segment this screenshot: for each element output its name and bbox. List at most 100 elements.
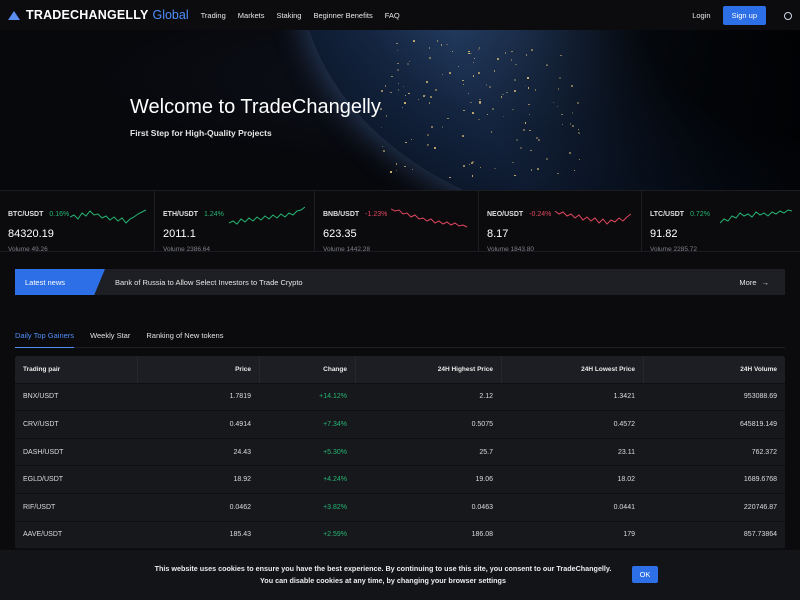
ticker-change: 0.16% <box>49 211 70 218</box>
cell-price: 24.43 <box>233 448 251 456</box>
cell-price: 185.43 <box>229 531 251 539</box>
city-light <box>538 139 540 141</box>
news-more-link[interactable]: More → <box>739 278 769 287</box>
ticker-volume: Volume 2386.64 <box>163 246 210 253</box>
city-light <box>520 147 522 149</box>
cookie-message: This website uses cookies to ensure you … <box>154 564 612 585</box>
city-light <box>434 147 436 149</box>
cell-low: 23.11 <box>618 448 635 456</box>
sparkline-line <box>555 210 631 225</box>
nav-link-faq[interactable]: FAQ <box>385 11 400 20</box>
cell-change: +4.24% <box>323 476 347 484</box>
market-tabs: Daily Top Gainers Weekly Star Ranking of… <box>15 330 785 348</box>
city-light <box>478 118 480 120</box>
news-headline[interactable]: Bank of Russia to Allow Select Investors… <box>115 278 303 287</box>
cell-change: +14.12% <box>319 393 347 401</box>
city-light <box>479 102 481 104</box>
arrow-right-icon: → <box>761 278 770 287</box>
city-light <box>463 109 465 112</box>
login-link[interactable]: Login <box>692 11 710 20</box>
cell-change: +5.30% <box>323 448 347 456</box>
ticker-neo[interactable]: NEO/USDT -0.24% 8.17 Volume 1843.80 <box>479 190 642 253</box>
ticker-eth[interactable]: ETH/USDT 1.24% 2011.1 Volume 2386.64 <box>155 190 315 253</box>
city-light <box>429 57 431 59</box>
table-row[interactable]: DASH/USDT 24.43 +5.30% 25.7 23.11 762.37… <box>15 439 785 467</box>
city-light <box>515 63 517 66</box>
header-24h-volume: 24H Volume <box>643 356 785 383</box>
news-bar: Latest news Bank of Russia to Allow Sele… <box>15 269 785 295</box>
nav-link-staking[interactable]: Staking <box>276 11 301 20</box>
ticker-ltc[interactable]: LTC/USDT 0.72% 91.82 Volume 2285.72 <box>642 190 800 253</box>
city-light <box>383 150 385 152</box>
cookie-ok-button[interactable]: OK <box>632 566 658 583</box>
city-light <box>514 174 516 177</box>
table-row[interactable]: CRV/USDT 0.4914 +7.34% 0.5075 0.4572 645… <box>15 411 785 439</box>
city-light <box>530 149 532 152</box>
table-row[interactable]: EGLD/USDT 18.92 +4.24% 19.06 18.02 1689.… <box>15 466 785 494</box>
ticker-btc[interactable]: BTC/USDT 0.16% 84320.19 Volume 49.26 <box>0 190 155 253</box>
city-light <box>462 135 464 137</box>
ticker-sparkline <box>555 210 631 225</box>
logo-text: TRADECHANGELLY <box>26 8 149 22</box>
city-light <box>449 72 451 74</box>
cell-price: 18.92 <box>233 476 251 484</box>
cell-low: 179 <box>623 531 635 539</box>
cell-volume: 762.372 <box>751 448 777 456</box>
city-light <box>492 108 494 110</box>
nav-link-beginner-benefits[interactable]: Beginner Benefits <box>313 11 372 20</box>
ticker-pair: BTC/USDT <box>8 211 44 218</box>
city-light <box>560 54 562 57</box>
city-light <box>430 96 432 98</box>
tab-new-tokens[interactable]: Ranking of New tokens <box>146 330 223 348</box>
nav-link-trading[interactable]: Trading <box>201 11 226 20</box>
tab-weekly-star[interactable]: Weekly Star <box>90 330 130 348</box>
city-light <box>395 163 398 165</box>
table-row[interactable]: RIF/USDT 0.0462 +3.82% 0.0463 0.0441 220… <box>15 494 785 522</box>
city-light <box>514 90 516 92</box>
sparkline-line <box>70 209 146 224</box>
ticker-sparkline <box>391 208 468 228</box>
ticker-bnb[interactable]: BNB/USDT -1.23% 623.35 Volume 1442.28 <box>315 190 479 253</box>
cell-high: 19.06 <box>475 476 493 484</box>
city-light <box>510 59 513 61</box>
city-light <box>569 152 571 154</box>
city-light <box>397 69 399 71</box>
city-light <box>478 72 480 74</box>
cell-low: 18.02 <box>617 476 635 484</box>
city-light <box>516 139 518 141</box>
signup-button[interactable]: Sign up <box>722 5 766 25</box>
cell-volume: 953088.69 <box>743 393 777 401</box>
cell-volume: 645819.149 <box>740 420 777 428</box>
logo[interactable]: TRADECHANGELLY Global <box>8 8 189 22</box>
cell-pair: DASH/USDT <box>23 448 64 456</box>
table-row[interactable]: BNX/USDT 1.7819 +14.12% 2.12 1.3421 9530… <box>15 384 785 412</box>
nav-link-markets[interactable]: Markets <box>238 11 265 20</box>
city-light <box>390 91 392 94</box>
city-light <box>512 161 514 164</box>
cell-price: 1.7819 <box>229 393 251 401</box>
city-light <box>489 86 491 88</box>
cell-volume: 857.73864 <box>743 531 777 539</box>
cell-pair: RIF/USDT <box>23 503 56 511</box>
city-light <box>472 112 474 114</box>
table-row[interactable]: AAVE/USDT 185.43 +2.59% 186.08 179 857.7… <box>15 522 785 550</box>
city-light <box>557 172 559 175</box>
cell-change: +7.34% <box>323 420 347 428</box>
tab-daily-top-gainers[interactable]: Daily Top Gainers <box>15 330 75 348</box>
city-light <box>427 134 429 136</box>
city-light <box>485 84 488 86</box>
city-light <box>557 88 560 90</box>
header-change: Change <box>259 356 355 383</box>
city-light <box>577 102 579 104</box>
ticker-volume: Volume 2285.72 <box>650 246 697 253</box>
cell-volume: 220746.87 <box>743 503 777 511</box>
sun-icon[interactable] <box>782 10 792 20</box>
city-light <box>546 158 548 160</box>
city-light <box>413 40 415 42</box>
city-light <box>468 52 470 55</box>
ticker-change: 0.72% <box>690 211 710 218</box>
ticker-sparkline <box>70 209 146 224</box>
nav-links: Trading Markets Staking Beginner Benefit… <box>201 11 400 20</box>
city-light <box>578 132 580 134</box>
city-light <box>431 126 433 128</box>
